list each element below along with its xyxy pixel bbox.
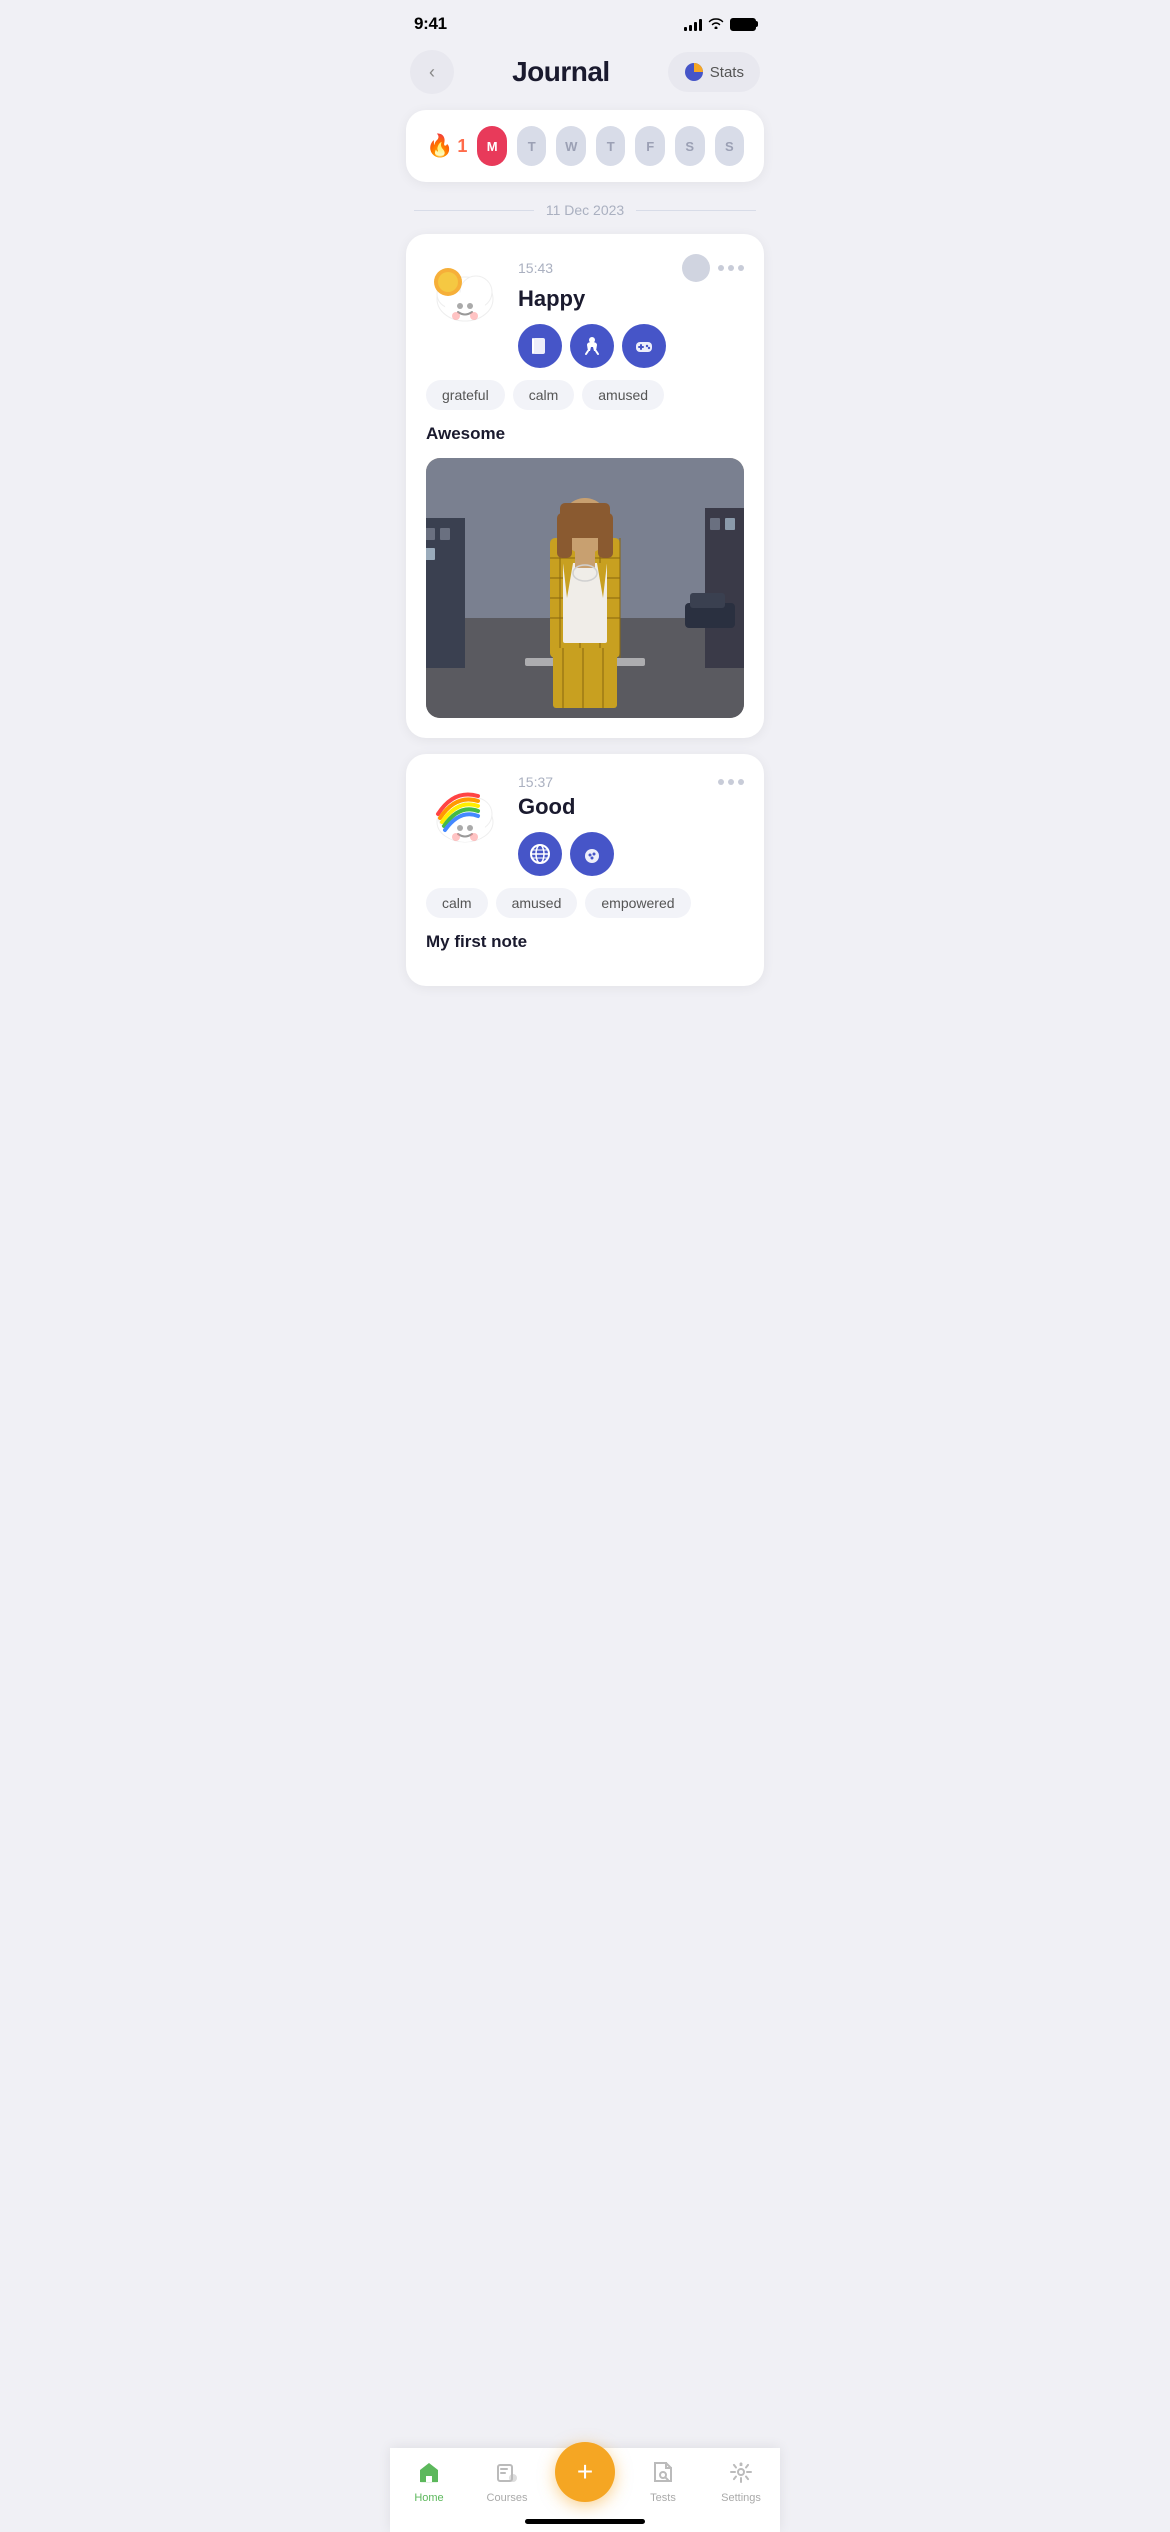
nav-add-container: +: [546, 2462, 624, 2502]
nav-home-label: Home: [414, 2492, 443, 2504]
nav-settings[interactable]: Settings: [702, 2460, 780, 2504]
signal-icon: [684, 18, 702, 31]
entry-color-indicator-1: [682, 254, 710, 282]
dot-1: [718, 265, 724, 271]
streak-row: 🔥 1 M T W T F S S: [406, 110, 764, 182]
activity-icons-1: [518, 324, 744, 368]
entry-mood-title-1: Happy: [518, 286, 744, 312]
activity-globe[interactable]: [518, 832, 562, 876]
tag-amused: amused: [582, 380, 664, 410]
battery-icon: [730, 18, 756, 31]
dot-6: [738, 779, 744, 785]
entry-card-2[interactable]: 15:37 Good: [406, 754, 764, 986]
stats-pie-icon: [684, 62, 704, 82]
home-icon: [417, 2460, 441, 2488]
tag-calm: calm: [513, 380, 575, 410]
status-bar: 9:41: [390, 0, 780, 42]
day-monday[interactable]: M: [477, 126, 507, 166]
tests-icon: [651, 2460, 675, 2488]
day-sunday[interactable]: S: [715, 126, 745, 166]
day-thursday[interactable]: T: [596, 126, 626, 166]
activity-book[interactable]: [518, 324, 562, 368]
tag-amused-2: amused: [496, 888, 578, 918]
date-line-left: [414, 210, 534, 211]
streak-count: 1: [457, 136, 467, 157]
day-saturday[interactable]: S: [675, 126, 705, 166]
mood-tags-2: calm amused empowered: [426, 888, 744, 918]
nav-courses[interactable]: Courses: [468, 2460, 546, 2504]
entry-meta-right-1: [682, 254, 744, 282]
streak-indicator: 🔥 1: [426, 133, 467, 159]
wifi-icon: [708, 16, 724, 33]
nav-home[interactable]: Home: [390, 2460, 468, 2504]
entry-image-1: [426, 458, 744, 718]
entry-note-2: My first note: [426, 932, 744, 952]
day-wednesday[interactable]: W: [556, 126, 586, 166]
entry-details-2: 15:37 Good: [518, 774, 744, 888]
dot-2: [728, 265, 734, 271]
entry-time-2: 15:37: [518, 774, 553, 790]
header: ‹ Journal Stats: [390, 42, 780, 110]
stats-label: Stats: [710, 64, 744, 81]
date-separator: 11 Dec 2023: [414, 202, 756, 218]
dot-3: [738, 265, 744, 271]
mood-illustration-happy: [426, 254, 504, 332]
dot-5: [728, 779, 734, 785]
nav-tests-label: Tests: [650, 2492, 676, 2504]
add-entry-button[interactable]: +: [555, 2442, 615, 2502]
activity-icons-2: [518, 832, 744, 876]
entry-top-row-1: 15:43: [518, 254, 744, 282]
entry-menu-dots-1[interactable]: [718, 265, 744, 271]
activity-exercise[interactable]: [570, 324, 614, 368]
day-friday[interactable]: F: [635, 126, 665, 166]
nav-courses-label: Courses: [487, 2492, 528, 2504]
mood-illustration-good: [426, 774, 504, 852]
page-title: Journal: [512, 56, 610, 88]
status-time: 9:41: [414, 14, 447, 34]
back-arrow-icon: ‹: [429, 62, 435, 83]
tag-grateful: grateful: [426, 380, 505, 410]
entry-mood-title-2: Good: [518, 794, 744, 820]
day-tuesday[interactable]: T: [517, 126, 547, 166]
mood-tags-1: grateful calm amused: [426, 380, 744, 410]
entry-details-1: 15:43 Happy: [518, 254, 744, 380]
home-indicator: [525, 2515, 645, 2524]
courses-icon: [495, 2460, 519, 2488]
tag-calm-2: calm: [426, 888, 488, 918]
entry-menu-dots-2[interactable]: [718, 779, 744, 785]
tag-empowered: empowered: [585, 888, 690, 918]
date-text: 11 Dec 2023: [546, 202, 624, 218]
entry-header-2: 15:37 Good: [426, 774, 744, 888]
plus-icon: +: [577, 2456, 593, 2488]
entry-top-row-2: 15:37: [518, 774, 744, 790]
date-line-right: [636, 210, 756, 211]
stats-button[interactable]: Stats: [668, 52, 760, 92]
back-button[interactable]: ‹: [410, 50, 454, 94]
activity-food[interactable]: [570, 832, 614, 876]
nav-tests[interactable]: Tests: [624, 2460, 702, 2504]
nav-settings-label: Settings: [721, 2492, 761, 2504]
dot-4: [718, 779, 724, 785]
settings-icon: [729, 2460, 753, 2488]
entry-card-1[interactable]: 15:43 Happy: [406, 234, 764, 738]
entry-header-1: 15:43 Happy: [426, 254, 744, 380]
entry-note-1: Awesome: [426, 424, 744, 444]
flame-icon: 🔥: [426, 133, 453, 159]
activity-gaming[interactable]: [622, 324, 666, 368]
entry-time-1: 15:43: [518, 260, 553, 276]
status-icons: [684, 16, 756, 33]
